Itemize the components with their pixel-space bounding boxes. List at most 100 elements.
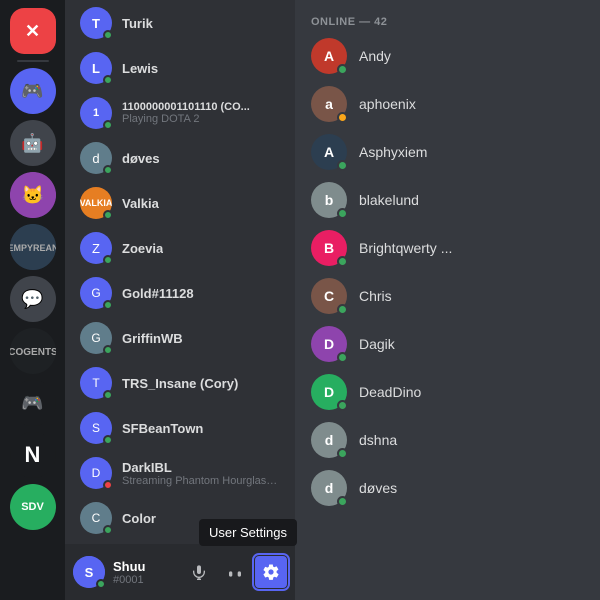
server-icon-empyrean[interactable]: EMPYREAN xyxy=(10,224,56,270)
friend-avatar-color: C xyxy=(80,502,112,534)
friend-avatar-trs: T xyxy=(80,367,112,399)
friend-item-sfbean[interactable]: S SFBeanTown xyxy=(70,406,290,450)
server-icon-cogents[interactable]: COGENTS xyxy=(10,328,56,374)
friend-info-griffin: GriffinWB xyxy=(122,331,183,346)
friend-avatar-zoevia: Z xyxy=(80,232,112,264)
friend-item-doves[interactable]: d døves xyxy=(70,136,290,180)
friend-item-color[interactable]: C Color xyxy=(70,496,290,540)
friend-name-color: Color xyxy=(122,511,156,526)
user-tag: #0001 xyxy=(113,574,175,586)
status-deaddino xyxy=(337,400,348,411)
friend-item-gold[interactable]: G Gold#11128 xyxy=(70,271,290,315)
server-icon-cat[interactable]: 🐱 xyxy=(10,172,56,218)
friend-item-turik[interactable]: T Turik xyxy=(70,1,290,45)
mic-icon xyxy=(191,564,207,580)
online-avatar-chris: C xyxy=(311,278,347,314)
friend-name-sfbean: SFBeanTown xyxy=(122,421,203,436)
status-dot-valkia xyxy=(103,210,113,220)
friend-item-dark[interactable]: D DarkIBL Streaming Phantom Hourglass w xyxy=(70,451,290,495)
headset-button[interactable] xyxy=(219,556,251,588)
online-member-chris[interactable]: C Chris xyxy=(295,272,600,320)
online-member-deaddino[interactable]: D DeadDino xyxy=(295,368,600,416)
online-avatar-deaddino: D xyxy=(311,374,347,410)
discord-icon: 🎮 xyxy=(21,81,43,102)
svg-text:EMPYREAN: EMPYREAN xyxy=(10,243,56,253)
server-icon-1[interactable]: ✕ xyxy=(10,8,56,54)
friend-avatar-lewis: L xyxy=(80,52,112,84)
friend-avatar-griffin: G xyxy=(80,322,112,354)
settings-button[interactable]: User Settings xyxy=(255,556,287,588)
status-aphoenix xyxy=(337,112,348,123)
online-list: ONLINE — 42 A Andy a aphoenix A xyxy=(295,0,600,600)
main-content: ONLINE — 42 A Andy a aphoenix A xyxy=(295,0,600,600)
online-avatar-dagik: D xyxy=(311,326,347,362)
friend-avatar-1100: 1 xyxy=(80,97,112,129)
online-member-asphyxiem[interactable]: A Asphyxiem xyxy=(295,128,600,176)
user-avatar: S xyxy=(73,556,105,588)
friend-item-valkia[interactable]: VALKIA Valkia xyxy=(70,181,290,225)
server-divider xyxy=(17,60,49,62)
friend-item-zoevia[interactable]: Z Zoevia xyxy=(70,226,290,270)
friend-item-trs[interactable]: T TRS_Insane (Cory) xyxy=(70,361,290,405)
friend-item-griffin[interactable]: G GriffinWB xyxy=(70,316,290,360)
friend-avatar-valkia: VALKIA xyxy=(80,187,112,219)
friend-info-color: Color xyxy=(122,511,156,526)
online-member-andy[interactable]: A Andy xyxy=(295,32,600,80)
online-info-aphoenix: aphoenix xyxy=(359,96,416,112)
online-info-dshna: dshna xyxy=(359,432,397,448)
server-icon-n[interactable]: N xyxy=(10,432,56,478)
online-section-header: ONLINE — 42 xyxy=(295,8,600,32)
friend-name-zoevia: Zoevia xyxy=(122,241,163,256)
friend-avatar-dark: D xyxy=(80,457,112,489)
online-info-blakelund: blakelund xyxy=(359,192,419,208)
status-dot-1100 xyxy=(103,120,113,130)
status-brightqwerty xyxy=(337,256,348,267)
cogents-icon-svg: COGENTS xyxy=(10,328,56,374)
friend-avatar-gold: G xyxy=(80,277,112,309)
friend-item-1100[interactable]: 1 1100000001101110 (CO... Playing DOTA 2 xyxy=(70,91,290,135)
friend-name-turik: Turik xyxy=(122,16,153,31)
status-dot-zoevia xyxy=(103,255,113,265)
user-area: S Shuu #0001 xyxy=(65,544,295,600)
server-icon-bot[interactable]: 🤖 xyxy=(10,120,56,166)
server-icon-gaming[interactable]: 🎮 xyxy=(10,380,56,426)
online-member-blakelund[interactable]: b blakelund xyxy=(295,176,600,224)
server-icon-chat[interactable]: 💬 xyxy=(10,276,56,322)
online-member-dagik[interactable]: D Dagik xyxy=(295,320,600,368)
friend-avatar-turik: T xyxy=(80,7,112,39)
gaming-icon: 🎮 xyxy=(21,393,43,414)
empyrean-icon-svg: EMPYREAN xyxy=(10,224,56,270)
server-icon-discord[interactable]: 🎮 xyxy=(10,68,56,114)
online-avatar-dshna: d xyxy=(311,422,347,458)
friend-info-doves: døves xyxy=(122,151,160,166)
friends-list: T Turik L Lewis 1 1100000001101110 (CO..… xyxy=(65,0,295,544)
friend-name-dark: DarkIBL xyxy=(122,460,280,475)
friend-info-valkia: Valkia xyxy=(122,196,159,211)
friend-game-1100: Playing DOTA 2 xyxy=(122,113,250,125)
mic-button[interactable] xyxy=(183,556,215,588)
online-avatar-blakelund: b xyxy=(311,182,347,218)
status-dot-dark xyxy=(103,480,113,490)
headset-icon xyxy=(227,564,243,580)
online-member-dshna[interactable]: d dshna xyxy=(295,416,600,464)
online-member-aphoenix[interactable]: a aphoenix xyxy=(295,80,600,128)
online-member-doves-right[interactable]: d døves xyxy=(295,464,600,512)
friend-info-1100: 1100000001101110 (CO... Playing DOTA 2 xyxy=(122,101,250,125)
friend-info-gold: Gold#11128 xyxy=(122,286,194,301)
svg-text:🐱: 🐱 xyxy=(21,185,43,205)
online-avatar-andy: A xyxy=(311,38,347,74)
online-info-brightqwerty: Brightqwerty ... xyxy=(359,240,452,256)
online-avatar-doves-right: d xyxy=(311,470,347,506)
friend-item-lewis[interactable]: L Lewis xyxy=(70,46,290,90)
online-name-andy: Andy xyxy=(359,48,391,64)
server-icon-sdv[interactable]: SDV xyxy=(10,484,56,530)
online-member-brightqwerty[interactable]: B Brightqwerty ... xyxy=(295,224,600,272)
friend-info-zoevia: Zoevia xyxy=(122,241,163,256)
status-dshna xyxy=(337,448,348,459)
friend-avatar-sfbean: S xyxy=(80,412,112,444)
cat-avatar-svg: 🐱 xyxy=(10,172,56,218)
online-avatar-aphoenix: a xyxy=(311,86,347,122)
friend-name-gold: Gold#11128 xyxy=(122,286,194,301)
server-icon-label: ✕ xyxy=(25,21,40,42)
svg-text:COGENTS: COGENTS xyxy=(10,347,56,358)
